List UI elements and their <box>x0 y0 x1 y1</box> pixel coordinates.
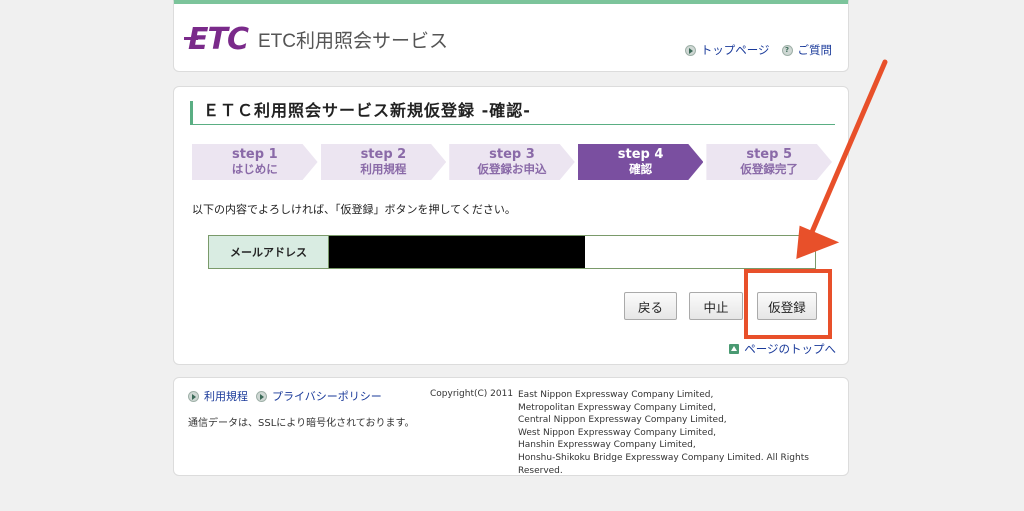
email-label: メールアドレス <box>209 236 329 268</box>
company-line: Hanshin Expressway Company Limited, <box>518 440 696 451</box>
step-number: step 2 <box>360 147 407 162</box>
top-page-link[interactable]: トップページ <box>684 42 770 58</box>
provisional-register-button[interactable]: 仮登録 <box>757 292 817 320</box>
page-top-label: ページのトップへ <box>744 342 836 356</box>
play-circle-icon <box>256 390 267 402</box>
step-5: step 5 仮登録完了 <box>706 144 832 180</box>
logo-mark: ETC <box>184 22 249 57</box>
step-3: step 3 仮登録お申込 <box>449 144 575 180</box>
cancel-button[interactable]: 中止 <box>689 292 743 320</box>
company-line: West Nippon Expressway Company Limited, <box>518 427 717 438</box>
company-line: East Nippon Expressway Company Limited, <box>518 390 714 400</box>
email-row: メールアドレス <box>208 235 816 269</box>
terms-link[interactable]: 利用規程 <box>188 388 248 404</box>
terms-link-label: 利用規程 <box>204 390 248 403</box>
company-line: Metropolitan Expressway Company Limited, <box>518 402 716 413</box>
top-page-link-label: トップページ <box>700 43 770 57</box>
step-name: 利用規程 <box>360 162 407 176</box>
step-number: step 1 <box>231 147 278 162</box>
faq-link[interactable]: ? ご質問 <box>781 42 833 58</box>
privacy-policy-link-label: プライバシーポリシー <box>272 390 382 403</box>
faq-link-label: ご質問 <box>797 43 833 57</box>
step-progress: step 1 はじめに step 2 利用規程 step 3 仮登録お申込 st… <box>192 144 832 180</box>
site-header: ETC ETC利用照会サービス トップページ ? ご質問 <box>173 0 849 72</box>
play-circle-icon <box>188 390 199 402</box>
header-links: トップページ ? ご質問 <box>684 42 833 58</box>
site-footer: 利用規程 プライバシーポリシー 通信データは、SSLにより暗号化されております。… <box>173 377 849 476</box>
back-button[interactable]: 戻る <box>624 292 677 320</box>
email-value-redacted <box>329 236 585 268</box>
step-1: step 1 はじめに <box>192 144 318 180</box>
play-circle-icon <box>684 44 696 56</box>
main-panel: ＥＴＣ利用照会サービス新規仮登録 -確認- step 1 はじめに step 2… <box>173 86 849 365</box>
etc-logo[interactable]: ETC ETC利用照会サービス <box>184 22 448 57</box>
company-line: Central Nippon Expressway Company Limite… <box>518 415 727 426</box>
step-number: step 3 <box>489 147 535 162</box>
page-title: ＥＴＣ利用照会サービス新規仮登録 -確認- <box>190 101 835 125</box>
privacy-policy-link[interactable]: プライバシーポリシー <box>256 388 382 404</box>
page-top-link[interactable]: ページのトップへ <box>729 341 836 357</box>
step-name: 確認 <box>629 162 653 176</box>
step-name: はじめに <box>231 162 278 176</box>
instruction-text: 以下の内容でよろしければ、「仮登録」ボタンを押してください。 <box>192 203 516 216</box>
company-line: Honshu-Shikoku Bridge Expressway Company… <box>518 452 809 476</box>
step-4-active: step 4 確認 <box>577 144 704 180</box>
footer-links: 利用規程 プライバシーポリシー <box>188 388 382 404</box>
step-name: 仮登録お申込 <box>477 162 547 176</box>
copyright-label: Copyright(C) 2011 <box>430 389 514 399</box>
company-list: East Nippon Expressway Company Limited, … <box>518 389 848 477</box>
step-2: step 2 利用規程 <box>320 144 447 180</box>
step-number: step 5 <box>746 147 792 162</box>
step-number: step 4 <box>617 147 664 162</box>
step-name: 仮登録完了 <box>740 162 798 176</box>
arrow-up-icon <box>729 344 740 354</box>
logo-text: ETC利用照会サービス <box>257 31 448 52</box>
ssl-note: 通信データは、SSLにより暗号化されております。 <box>188 418 415 429</box>
question-circle-icon: ? <box>781 44 793 56</box>
